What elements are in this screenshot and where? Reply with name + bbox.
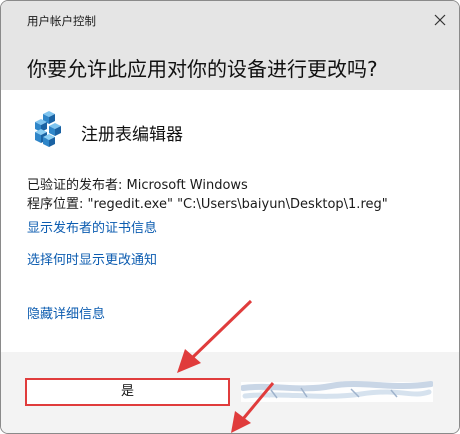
close-button[interactable] [429,9,451,31]
dialog-header: 用户帐户控制 你要允许此应用对你的设备进行更改吗? [1,1,459,90]
yes-button[interactable]: 是 [25,378,230,406]
consent-question: 你要允许此应用对你的设备进行更改吗? [27,57,378,81]
app-name: 注册表编辑器 [81,125,183,145]
verified-publisher: 已验证的发布者: Microsoft Windows [27,178,248,193]
registry-editor-icon [29,110,67,148]
close-icon [434,14,446,26]
uac-dialog: 用户帐户控制 你要允许此应用对你的设备进行更改吗? 注册表编辑器 已验证的发布者… [0,0,460,434]
program-location: 程序位置: "regedit.exe" "C:\Users\baiyun\Des… [27,197,388,212]
dialog-body: 注册表编辑器 已验证的发布者: Microsoft Windows 程序位置: … [1,90,459,352]
redaction-scribble [241,381,433,402]
choose-notify-link[interactable]: 选择何时显示更改通知 [27,249,157,268]
hide-details-link[interactable]: 隐藏详细信息 [27,303,105,322]
no-button[interactable]: 否 [241,378,433,406]
dialog-footer: 是 否 [1,352,459,433]
dialog-title: 用户帐户控制 [27,14,96,28]
show-publisher-cert-link[interactable]: 显示发布者的证书信息 [27,217,157,236]
